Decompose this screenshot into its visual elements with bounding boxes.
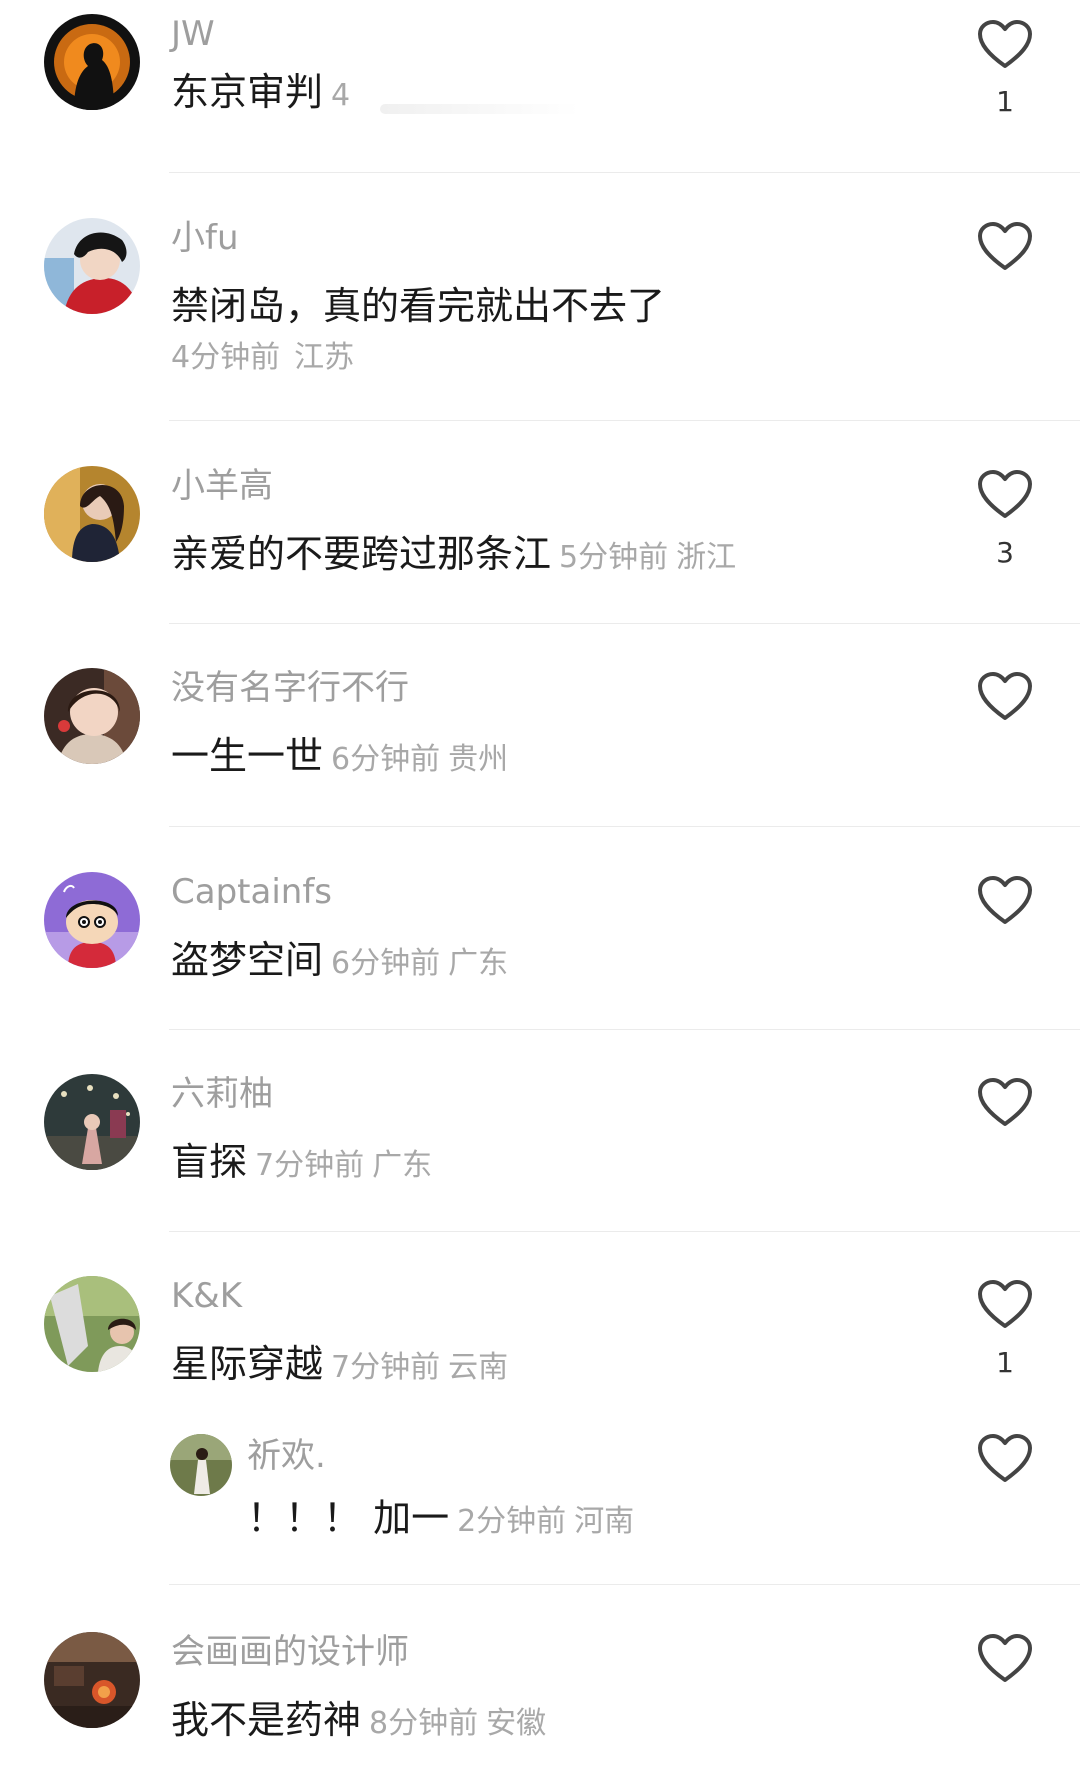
username[interactable]: 小羊高 (171, 466, 273, 506)
like-count: 3 (996, 536, 1014, 569)
reply-text: ！！！ 加一 (247, 1496, 450, 1540)
heart-icon (978, 1280, 1032, 1328)
comment-meta: 4分钟前 江苏 (171, 340, 354, 376)
comment-time: 4分钟前 (171, 340, 281, 375)
comment-content: 一生一世 6分钟前 贵州 (171, 732, 508, 788)
avatar[interactable] (44, 14, 140, 110)
divider (169, 1231, 1080, 1232)
comment-content: 东京审判 4 (171, 68, 350, 124)
comment-location: 广东 (448, 946, 509, 981)
reply-content: ！！！ 加一 2分钟前 河南 (247, 1494, 634, 1550)
like-button[interactable] (976, 1076, 1034, 1128)
avatar-cartoon-icon (44, 872, 140, 968)
comment-content: 我不是药神 8分钟前 安徽 (171, 1696, 546, 1752)
username[interactable]: 会画画的设计师 (171, 1632, 409, 1672)
like-button[interactable] (976, 220, 1034, 272)
avatar-anime-icon (44, 218, 140, 314)
avatar-room-icon (44, 1632, 140, 1728)
like-button[interactable] (976, 874, 1034, 926)
comment-location: 广东 (372, 1148, 433, 1183)
heart-icon (978, 20, 1032, 68)
avatar[interactable] (44, 466, 140, 562)
comment-location: 安徽 (486, 1706, 547, 1741)
avatar-figure-icon (170, 1434, 232, 1496)
reply-username[interactable]: 祈欢. (247, 1436, 326, 1476)
like-count: 1 (996, 85, 1014, 118)
divider (169, 172, 1080, 173)
heart-icon (978, 1634, 1032, 1682)
heart-icon (978, 1078, 1032, 1126)
comment-location: 云南 (448, 1350, 509, 1385)
username[interactable]: 小fu (171, 218, 239, 258)
avatar-silhouette-icon (44, 14, 140, 110)
comment-text: 我不是药神 (171, 1698, 362, 1742)
like-button[interactable] (976, 1278, 1034, 1330)
heart-icon (978, 876, 1032, 924)
divider (169, 826, 1080, 827)
comment-text: 星际穿越 (171, 1342, 324, 1386)
comment-text: 东京审判 (171, 70, 324, 114)
comment-location: 江苏 (294, 340, 355, 375)
comment-content: 星际穿越 7分钟前 云南 (171, 1340, 508, 1396)
reply-time: 2分钟前 (457, 1504, 567, 1539)
like-button[interactable] (976, 18, 1034, 70)
avatar[interactable] (44, 1276, 140, 1372)
comment-time: 5分钟前 (559, 540, 669, 575)
comment-content: 盗梦空间 6分钟前 广东 (171, 936, 508, 992)
comment-text: 一生一世 (171, 734, 324, 778)
reply-avatar[interactable] (170, 1434, 232, 1496)
reply-location: 河南 (574, 1504, 635, 1539)
avatar-child-icon (44, 668, 140, 764)
reply-like-button[interactable] (976, 1432, 1034, 1484)
divider (169, 1584, 1080, 1585)
avatar[interactable] (44, 872, 140, 968)
comment-text: 亲爱的不要跨过那条江 (171, 532, 552, 576)
comment-text: 盲探 (171, 1140, 248, 1184)
avatar[interactable] (44, 1632, 140, 1728)
comment-time: 7分钟前 (331, 1350, 441, 1385)
comment-text: 禁闭岛，真的看完就出不去了 (171, 284, 666, 328)
username[interactable]: JW (171, 14, 215, 54)
like-button[interactable] (976, 1632, 1034, 1684)
faded-overlay (380, 104, 580, 114)
heart-icon (978, 222, 1032, 270)
heart-icon (978, 470, 1032, 518)
comment-location: 贵州 (448, 742, 509, 777)
comment-text: 盗梦空间 (171, 938, 324, 982)
comment-content: 亲爱的不要跨过那条江 5分钟前 浙江 (171, 530, 736, 586)
like-button[interactable] (976, 670, 1034, 722)
comment-time: 6分钟前 (331, 946, 441, 981)
avatar[interactable] (44, 1074, 140, 1170)
username[interactable]: 没有名字行不行 (171, 668, 409, 708)
avatar-photo-icon (44, 466, 140, 562)
avatar-outdoor-icon (44, 1276, 140, 1372)
divider (169, 623, 1080, 624)
heart-icon (978, 1434, 1032, 1482)
avatar[interactable] (44, 218, 140, 314)
heart-icon (978, 672, 1032, 720)
comment-time: 6分钟前 (331, 742, 441, 777)
comment-time: 7分钟前 (255, 1148, 365, 1183)
avatar[interactable] (44, 668, 140, 764)
comment-time: 4 (331, 78, 351, 113)
username[interactable]: 六莉柚 (171, 1074, 273, 1114)
comment-content: 禁闭岛，真的看完就出不去了 (171, 282, 665, 338)
like-count: 1 (996, 1346, 1014, 1379)
comment-content: 盲探 7分钟前 广东 (171, 1138, 432, 1194)
comment-location: 浙江 (676, 540, 737, 575)
username[interactable]: K&K (171, 1276, 242, 1316)
divider (169, 1029, 1080, 1030)
comment-time: 8分钟前 (369, 1706, 479, 1741)
avatar-stage-icon (44, 1074, 140, 1170)
username[interactable]: Captainfs (171, 872, 332, 912)
like-button[interactable] (976, 468, 1034, 520)
divider (169, 420, 1080, 421)
